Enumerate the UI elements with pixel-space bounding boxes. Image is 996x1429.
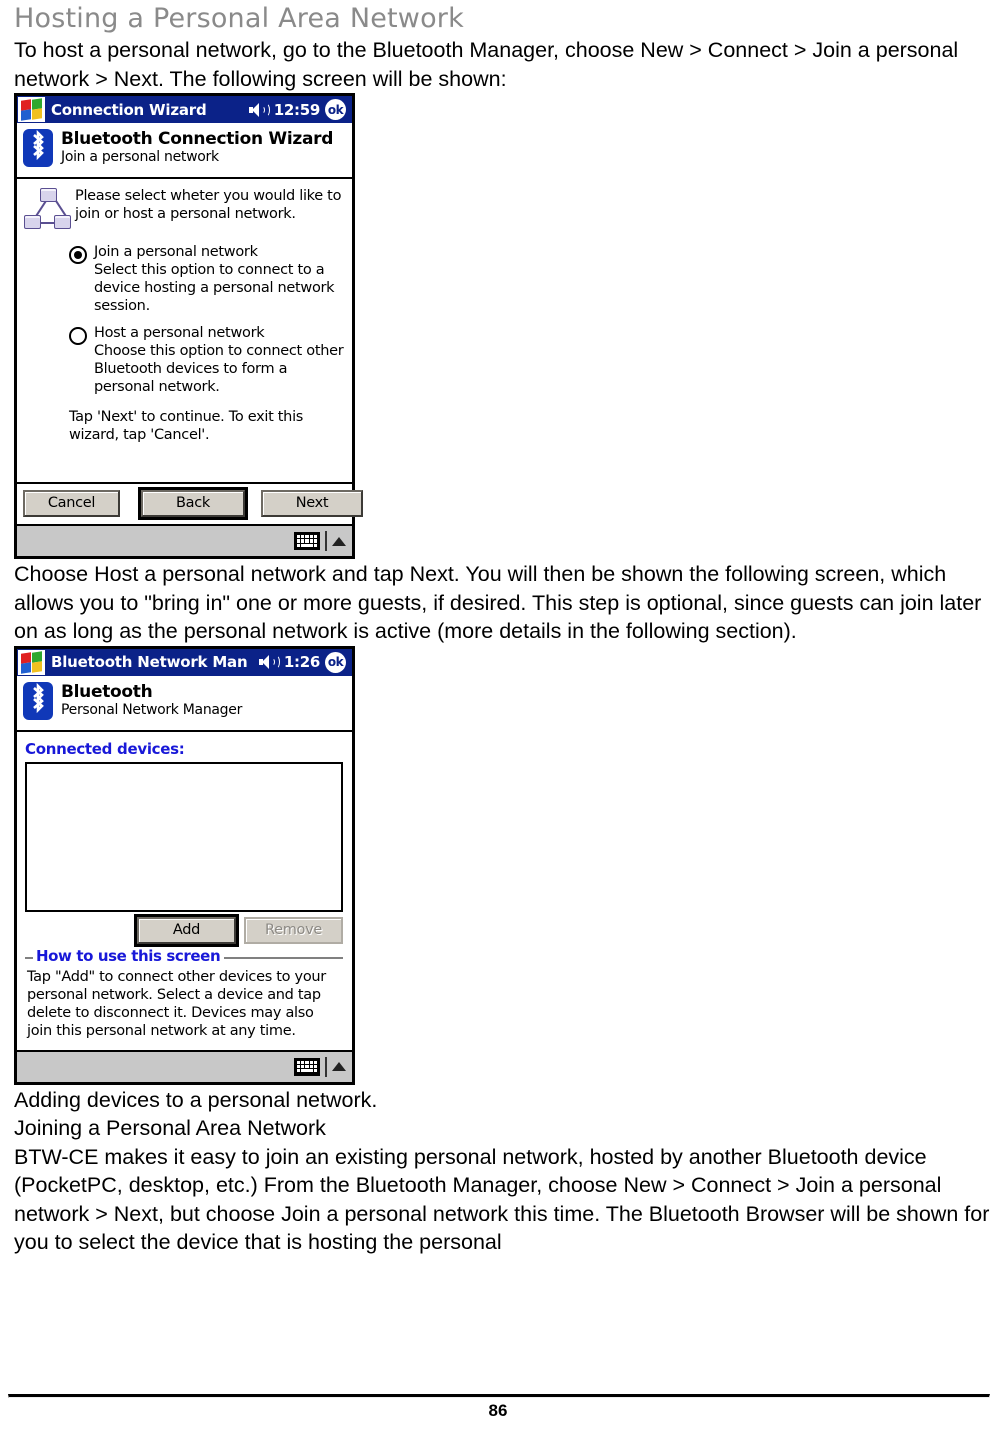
radio-option-join-text: Join a personal network Select this opti… [94,243,347,315]
add-button[interactable]: Add [134,913,239,947]
pnm-banner-subtitle: Personal Network Manager [61,701,243,718]
wizard-banner-subtitle: Join a personal network [61,149,219,165]
wizard-spacer [23,444,347,478]
page-number: 86 [488,1401,508,1420]
back-button[interactable]: Back [138,487,248,520]
subheading-joining-pan: Joining a Personal Area Network [14,1116,326,1140]
page-title: Hosting a Personal Area Network [14,3,464,34]
wizard-intro-text: Please select wheter you would like to j… [75,188,342,222]
chevron-up-icon[interactable] [332,536,346,546]
wizard-banner-text: Bluetooth Connection Wizard Join a perso… [61,128,333,166]
radio-option-host-text: Host a personal network Choose this opti… [94,324,347,396]
cancel-button[interactable]: Cancel [23,490,120,517]
wizard-titlebar: Connection Wizard 12:59 ok [17,96,352,123]
speaker-icon[interactable] [248,102,270,118]
wizard-intro-block: Please select wheter you would like to j… [23,185,347,235]
pnm-banner-title: Bluetooth [61,681,153,702]
radio-option-host-desc: Choose this option to connect other Blue… [94,343,344,395]
radio-unselected-icon[interactable] [69,327,87,345]
taskbar-divider [325,1056,327,1077]
radio-option-join-desc: Select this option to connect to a devic… [94,262,335,314]
connected-devices-label: Connected devices: [25,739,185,758]
paragraph-joining-body: BTW-CE makes it easy to join an existing… [14,1144,990,1255]
bluetooth-logo-icon [23,681,53,720]
chevron-up-icon[interactable] [332,1062,346,1071]
pnm-banner: Bluetooth Personal Network Manager [17,675,352,732]
how-to-use-groupbox: How to use this screen Tap "Add" to conn… [25,946,343,1046]
pnm-titlebar: Bluetooth Network Man 1:26 ok [17,648,352,676]
pnm-title-text: Bluetooth Network Man [51,653,248,671]
windows-logo-icon[interactable] [18,97,45,122]
wizard-banner: Bluetooth Connection Wizard Join a perso… [17,123,352,179]
radio-option-host[interactable]: Host a personal network Choose this opti… [23,324,347,396]
wizard-title-text: Connection Wizard [51,100,207,119]
wizard-note-text: Tap 'Next' to continue. To exit this wiz… [69,409,304,443]
caption-adding-devices: Adding devices to a personal network. [14,1087,378,1112]
document-page: Hosting a Personal Area Network To host … [0,2,996,1429]
radio-option-join-title: Join a personal network [94,244,258,260]
keyboard-icon[interactable] [294,1057,320,1076]
how-to-use-body: Tap "Add" to connect other devices to yo… [27,968,326,1039]
radio-selected-icon[interactable] [69,246,87,264]
wizard-button-bar: Cancel Back Next [17,482,363,524]
keyboard-icon[interactable] [294,532,320,550]
screenshot-connection-wizard: Connection Wizard 12:59 ok Bluetooth Con… [14,93,363,559]
radio-option-host-title: Host a personal network [94,325,265,341]
taskbar-divider [325,531,327,551]
radio-option-join[interactable]: Join a personal network Select this opti… [23,243,347,315]
pnm-clock[interactable]: 1:26 [284,653,320,671]
connected-devices-listbox[interactable] [25,761,343,912]
pnm-body: Connected devices: Add Remove How to use… [17,731,352,1050]
pnm-button-row: Add Remove [23,912,347,948]
pnm-taskbar [17,1049,352,1082]
paragraph-intro: To host a personal network, go to the Bl… [14,38,959,91]
speaker-icon[interactable] [258,654,280,670]
wizard-status-area: 12:59 ok [248,99,346,120]
next-button[interactable]: Next [261,490,363,517]
wizard-ok-button[interactable]: ok [325,99,346,120]
screenshot-personal-network-manager: Bluetooth Network Man 1:26 ok Bluetooth … [14,645,355,1085]
bluetooth-logo-icon [23,129,53,167]
footer-divider [8,1394,990,1398]
paragraph-after-wizard: Choose Host a personal network and tap N… [14,562,982,643]
wizard-banner-title: Bluetooth Connection Wizard [61,129,334,149]
windows-logo-icon[interactable] [18,649,45,675]
remove-button: Remove [244,916,343,944]
pnm-ok-button[interactable]: ok [325,651,346,673]
pnm-banner-text: Bluetooth Personal Network Manager [61,681,242,719]
wizard-body: Please select wheter you would like to j… [17,179,352,482]
wizard-clock[interactable]: 12:59 [274,101,321,119]
wizard-taskbar [17,524,352,556]
page-footer: 86 [8,1394,990,1421]
how-to-use-title: How to use this screen [33,946,225,965]
pnm-status-area: 1:26 ok [258,651,346,673]
personal-network-icon [23,187,71,235]
